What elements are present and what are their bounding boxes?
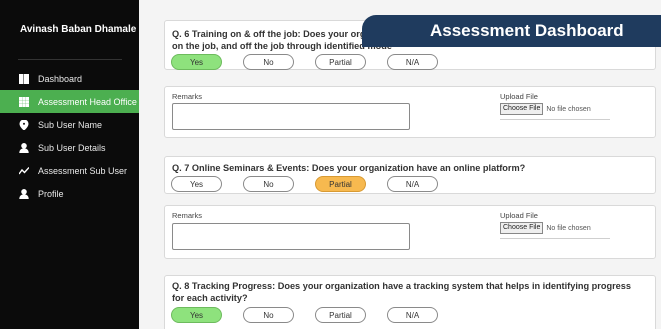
choose-file-button[interactable]: Choose File [500,222,544,234]
sidebar-item-assessment-sub-user[interactable]: Assessment Sub User [0,159,139,182]
sidebar-item-label: Dashboard [38,73,83,84]
sidebar-item-label: Assessment Head Office [38,96,137,107]
answer-options: Yes No Partial N/A [171,176,438,192]
sidebar-divider [18,59,122,60]
question-text-line: Q. 8 Tracking Progress: Does your organi… [172,281,631,291]
question-text-line: for each activity? [172,293,248,303]
assessment-dashboard-banner: Assessment Dashboard [362,15,661,47]
app-window: Avinash Baban Dhamale Dashboard Assessme… [0,0,661,329]
option-partial[interactable]: Partial [315,307,366,323]
sidebar-item-label: Sub User Details [38,142,106,153]
option-na[interactable]: N/A [387,54,438,70]
main-content: Q. 6 Training on & off the job: Does you… [139,0,661,329]
sidebar-item-dashboard[interactable]: Dashboard [0,67,139,90]
upload-underline [500,119,610,120]
sidebar-item-assessment-head-office[interactable]: Assessment Head Office [0,90,139,113]
apps-icon [18,96,30,108]
grid-icon [18,73,30,85]
user-name: Avinash Baban Dhamale [20,24,137,35]
sidebar-item-sub-user-details[interactable]: Sub User Details [0,136,139,159]
option-na[interactable]: N/A [387,307,438,323]
remarks-card-7: Remarks Upload File Choose File No file … [164,205,656,259]
question-card-7: Q. 7 Online Seminars & Events: Does your… [164,156,656,194]
sidebar-item-profile[interactable]: Profile [0,182,139,205]
person-icon [18,188,30,200]
no-file-text: No file chosen [546,224,591,232]
remarks-input[interactable] [172,223,410,250]
remarks-label: Remarks [172,92,203,101]
choose-file-button[interactable]: Choose File [500,103,544,115]
question-text: Q. 7 Online Seminars & Events: Does your… [172,163,526,173]
no-file-text: No file chosen [546,105,591,113]
option-yes[interactable]: Yes [171,54,222,70]
upload-label: Upload File [500,92,538,101]
option-na[interactable]: N/A [387,176,438,192]
upload-label: Upload File [500,211,538,220]
sidebar-item-label: Sub User Name [38,119,103,130]
sidebar: Avinash Baban Dhamale Dashboard Assessme… [0,0,139,329]
remarks-input[interactable] [172,103,410,130]
answer-options: Yes No Partial N/A [171,307,438,323]
location-pin-icon [18,119,30,131]
sidebar-nav: Dashboard Assessment Head Office Sub Use… [0,67,139,205]
option-yes[interactable]: Yes [171,307,222,323]
trend-icon [18,165,30,177]
file-upload: Choose File No file chosen [500,222,591,234]
question-text: Q. 8 Tracking Progress: Does your organi… [172,280,652,304]
option-partial[interactable]: Partial [315,54,366,70]
option-no[interactable]: No [243,176,294,192]
option-no[interactable]: No [243,54,294,70]
upload-underline [500,238,610,239]
file-upload: Choose File No file chosen [500,103,591,115]
answer-options: Yes No Partial N/A [171,54,438,70]
sidebar-item-label: Assessment Sub User [38,165,128,176]
sidebar-item-label: Profile [38,188,64,199]
person-icon [18,142,30,154]
remarks-card-6: Remarks Upload File Choose File No file … [164,86,656,138]
sidebar-item-sub-user-name[interactable]: Sub User Name [0,113,139,136]
option-no[interactable]: No [243,307,294,323]
option-yes[interactable]: Yes [171,176,222,192]
question-card-8: Q. 8 Tracking Progress: Does your organi… [164,275,656,329]
option-partial[interactable]: Partial [315,176,366,192]
remarks-label: Remarks [172,211,203,220]
